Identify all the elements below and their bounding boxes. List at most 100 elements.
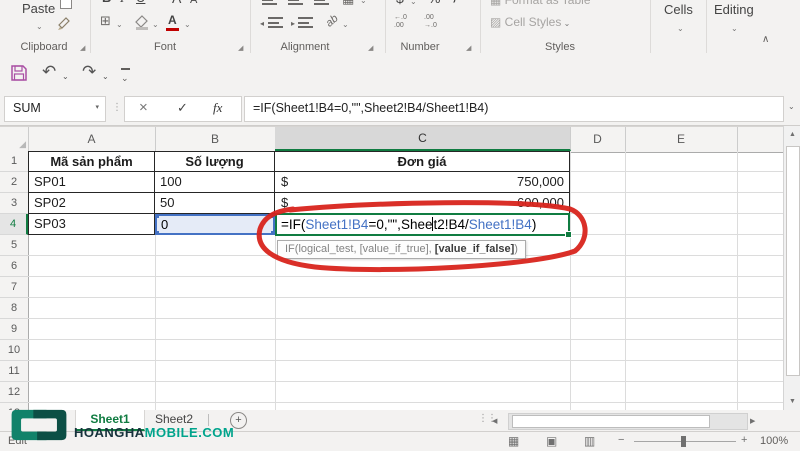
cell-C3[interactable]: $ 600,000 <box>275 193 570 214</box>
merge-center-icon[interactable]: ▦ <box>342 0 354 6</box>
reference-handle-tl[interactable] <box>155 214 159 218</box>
alignment-dialog-launcher-icon[interactable]: ◢ <box>368 44 373 52</box>
formula-input[interactable]: =IF(Sheet1!B4=0,"",Sheet2!B4/Sheet1!B4) <box>244 96 784 122</box>
collapse-ribbon-icon[interactable]: ∧ <box>762 34 769 45</box>
cells-group-button[interactable]: Cells <box>664 3 693 17</box>
borders-dropdown-chevron-icon[interactable]: ⌄ <box>116 18 123 32</box>
cell-C2[interactable]: $ 750,000 <box>275 172 570 193</box>
cancel-entry-icon[interactable]: × <box>139 99 148 116</box>
name-box-dropdown-icon[interactable]: ▾ <box>95 103 99 111</box>
scroll-down-icon[interactable]: ▼ <box>784 398 800 405</box>
undo-icon[interactable]: ↶ <box>42 63 56 81</box>
cell-A3[interactable]: SP02 <box>28 193 155 214</box>
horizontal-scrollbar[interactable] <box>508 413 748 430</box>
percent-style-button[interactable]: % <box>428 0 440 5</box>
reference-handle-bl[interactable] <box>155 231 159 235</box>
enter-entry-icon[interactable]: ✓ <box>177 100 188 116</box>
column-header-C[interactable]: C <box>275 127 571 151</box>
cell-C1[interactable]: Đơn giá <box>275 151 570 172</box>
zoom-level[interactable]: 100% <box>760 435 788 447</box>
hscroll-right-icon[interactable]: ▶ <box>750 417 755 425</box>
align-bottom-icon[interactable] <box>314 0 329 5</box>
scroll-up-icon[interactable]: ▲ <box>784 131 800 138</box>
insert-function-icon[interactable]: fx <box>213 100 222 116</box>
redo-icon[interactable]: ↷ <box>82 63 96 81</box>
normal-view-icon[interactable]: ▦ <box>508 434 519 448</box>
name-box[interactable]: SUM ▾ <box>4 96 106 122</box>
increase-indent-icon[interactable] <box>298 17 313 28</box>
row-header-12[interactable]: 12 <box>0 382 28 403</box>
save-icon[interactable] <box>10 64 28 82</box>
select-all-corner[interactable]: ◢ <box>0 127 29 151</box>
page-layout-view-icon[interactable]: ▣ <box>546 434 557 448</box>
zoom-slider-thumb[interactable] <box>681 436 686 447</box>
italic-button[interactable]: I <box>120 0 124 5</box>
bold-button[interactable]: B <box>102 0 111 5</box>
font-color-dropdown-chevron-icon[interactable]: ⌄ <box>184 18 191 32</box>
decrease-indent-icon[interactable] <box>268 17 283 28</box>
cell-C4-edit-mode[interactable]: =IF(Sheet1!B4=0,"",Sheet2!B4/Sheet1!B4) <box>275 213 572 238</box>
expand-formula-bar-icon[interactable]: ⌄ <box>788 102 795 111</box>
decrease-decimal-button[interactable]: .00 →.0 <box>424 14 437 30</box>
row-header-3[interactable]: 3 <box>0 193 28 214</box>
column-header-B[interactable]: B <box>155 127 276 151</box>
accounting-format-button[interactable]: $ <box>396 0 404 5</box>
cell-A1[interactable]: Mã sản phẩm <box>28 151 155 172</box>
redo-dropdown-chevron-icon[interactable]: ⌄ <box>102 68 109 86</box>
row-header-9[interactable]: 9 <box>0 319 28 340</box>
fill-color-icon[interactable] <box>134 14 150 30</box>
vertical-scroll-thumb[interactable] <box>786 146 800 376</box>
grow-font-button[interactable]: A <box>172 0 181 5</box>
row-header-7[interactable]: 7 <box>0 277 28 298</box>
column-header-A[interactable]: A <box>28 127 156 151</box>
editing-dropdown-chevron-icon[interactable]: ⌄ <box>731 22 738 36</box>
cell-A4[interactable]: SP03 <box>28 214 155 235</box>
format-as-table-button[interactable]: ▦ Format as Table <box>490 0 591 7</box>
row-header-8[interactable]: 8 <box>0 298 28 319</box>
cell-B3[interactable]: 50 <box>155 193 275 214</box>
customize-qat-chevron-icon[interactable]: ⌄ <box>121 69 129 87</box>
orientation-dropdown-chevron-icon[interactable]: ⌄ <box>342 18 349 32</box>
fill-color-dropdown-chevron-icon[interactable]: ⌄ <box>152 18 159 32</box>
comma-style-button[interactable]: , <box>452 0 456 4</box>
horizontal-scroll-thumb[interactable] <box>512 415 710 428</box>
clipboard-dialog-launcher-icon[interactable]: ◢ <box>80 44 85 52</box>
paste-dropdown-chevron-icon[interactable]: ⌄ <box>36 20 43 34</box>
paste-button[interactable]: Paste <box>22 2 55 16</box>
row-header-4-active[interactable]: 4 <box>0 214 28 235</box>
font-color-button[interactable]: A <box>168 13 177 27</box>
align-middle-icon[interactable] <box>288 0 303 5</box>
cell-styles-button[interactable]: ▨ Cell Styles ⌄ <box>490 15 570 29</box>
fill-handle[interactable] <box>565 231 572 238</box>
column-header-E[interactable]: E <box>625 127 738 151</box>
shrink-font-button[interactable]: A <box>190 0 197 7</box>
increase-decimal-button[interactable]: ←.0.00 <box>394 14 407 30</box>
screentip-current-arg[interactable]: [value_if_false] <box>435 243 514 255</box>
zoom-in-icon[interactable]: + <box>741 434 747 446</box>
editing-group-button[interactable]: Editing <box>714 3 754 17</box>
cell-B1[interactable]: Số lượng <box>155 151 275 172</box>
font-dialog-launcher-icon[interactable]: ◢ <box>238 44 243 52</box>
hscroll-left-icon[interactable]: ◀ <box>492 417 497 425</box>
vertical-scrollbar[interactable]: ▲ ▼ <box>783 126 800 410</box>
cell-A2[interactable]: SP01 <box>28 172 155 193</box>
orientation-button[interactable]: ab <box>323 12 341 31</box>
row-header-10[interactable]: 10 <box>0 340 28 361</box>
column-header-F-partial[interactable] <box>737 127 782 151</box>
align-top-icon[interactable] <box>262 0 277 5</box>
underline-button[interactable]: U <box>136 0 145 5</box>
page-break-preview-icon[interactable]: ▥ <box>584 434 595 448</box>
copy-icon[interactable] <box>60 0 72 9</box>
column-header-D[interactable]: D <box>570 127 626 151</box>
number-dialog-launcher-icon[interactable]: ◢ <box>466 44 471 52</box>
row-header-6[interactable]: 6 <box>0 256 28 277</box>
accounting-dropdown-chevron-icon[interactable]: ⌄ <box>410 0 417 9</box>
row-header-5[interactable]: 5 <box>0 235 28 256</box>
format-painter-icon[interactable] <box>56 15 72 31</box>
cell-B4-reference-highlight[interactable]: 0 <box>155 214 275 235</box>
undo-dropdown-chevron-icon[interactable]: ⌄ <box>62 68 69 86</box>
zoom-out-icon[interactable]: − <box>618 434 624 446</box>
row-header-1[interactable]: 1 <box>0 151 28 172</box>
cells-dropdown-chevron-icon[interactable]: ⌄ <box>677 22 684 36</box>
row-header-11[interactable]: 11 <box>0 361 28 382</box>
